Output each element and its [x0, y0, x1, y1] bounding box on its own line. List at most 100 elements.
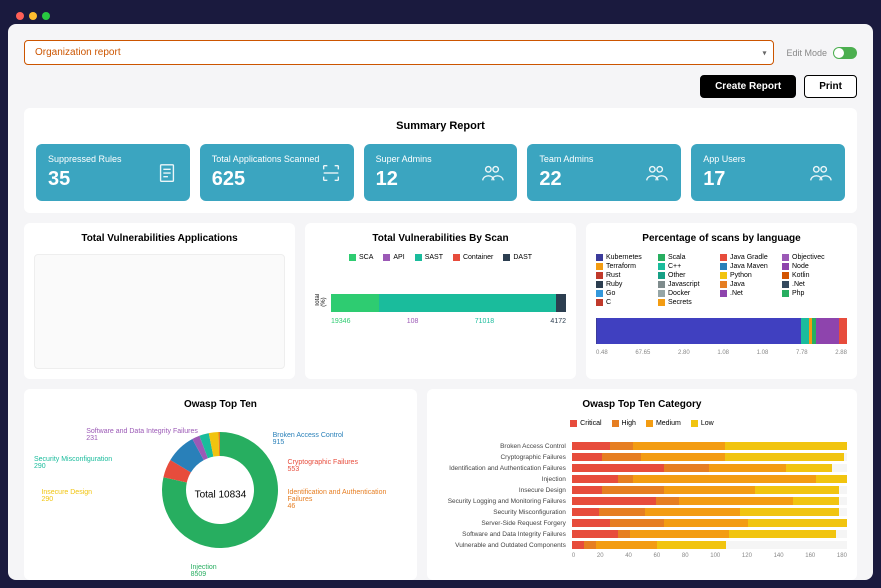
bar-row: Cryptographic Failures: [437, 453, 847, 461]
legend-swatch: [646, 420, 653, 427]
legend-item: Node: [782, 263, 834, 270]
create-report-button[interactable]: Create Report: [700, 75, 796, 98]
donut-label: Insecure Design290: [41, 489, 92, 503]
bar-segment: [572, 541, 584, 549]
bar-track: [572, 519, 847, 527]
chart-row-1: Total Vulnerabilities Applications Total…: [24, 223, 857, 379]
legend-item: Javascript: [658, 281, 710, 288]
bar-segment: [572, 519, 610, 527]
edit-mode-toggle[interactable]: [833, 47, 857, 59]
legend-swatch: [596, 299, 603, 306]
report-select-wrap: ▾: [24, 40, 774, 65]
bar-category: Injection: [437, 476, 572, 483]
metric-label: Suppressed Rules: [48, 154, 122, 164]
metric-label: Super Admins: [376, 154, 432, 164]
bar-segment: [572, 508, 600, 516]
bar-segment: [801, 318, 809, 344]
legend-swatch: [720, 281, 727, 288]
metric-card: Total Applications Scanned625: [200, 144, 354, 201]
bar-segment: [664, 486, 756, 494]
bar-track: [572, 475, 847, 483]
donut-label: Cryptographic Failures553: [288, 459, 358, 473]
print-button[interactable]: Print: [804, 75, 857, 98]
vuln-apps-title: Total Vulnerabilities Applications: [34, 233, 285, 244]
legend-item: Kubernetes: [596, 254, 648, 261]
legend-item: Container: [453, 254, 493, 261]
legend-swatch: [782, 254, 789, 261]
metric-value: 12: [376, 168, 432, 191]
summary-panel: Summary Report Suppressed Rules35Total A…: [24, 108, 857, 213]
legend-item: SCA: [349, 254, 373, 261]
stacked-bar: [331, 294, 566, 312]
bar-segment: [740, 508, 839, 516]
legend-swatch: [596, 272, 603, 279]
legend-swatch: [720, 272, 727, 279]
legend-item: Docker: [658, 290, 710, 297]
legend-item: Ruby: [596, 281, 648, 288]
bar-segment: [657, 541, 726, 549]
bar-category: Insecure Design: [437, 487, 572, 494]
bar-category: Cryptographic Failures: [437, 454, 572, 461]
bar-track: [572, 464, 847, 472]
bar-segment: [656, 497, 679, 505]
bar-segment: [725, 453, 844, 461]
owasp-bar-title: Owasp Top Ten Category: [437, 399, 847, 410]
bar-segment: [379, 294, 555, 312]
bar-labels: 0.4867.652.801.081.087.782.88: [596, 350, 847, 356]
legend-swatch: [570, 420, 577, 427]
metric-label: App Users: [703, 154, 745, 164]
top-bar: ▾ Edit Mode: [24, 40, 857, 65]
legend-swatch: [691, 420, 698, 427]
legend-item: .Net: [782, 281, 834, 288]
legend-swatch: [720, 290, 727, 297]
bar-segment: [816, 318, 839, 344]
donut-label: Injection8509: [191, 564, 217, 578]
bar-track: [572, 541, 847, 549]
bar-segment: [786, 464, 832, 472]
owasp-bar-panel: Owasp Top Ten Category CriticalHighMediu…: [427, 389, 857, 580]
legend-item: Java: [720, 281, 772, 288]
legend-swatch: [658, 263, 665, 270]
minimize-window-icon[interactable]: [29, 12, 37, 20]
report-select[interactable]: [24, 40, 774, 65]
bar-category: Server-Side Request Forgery: [437, 520, 572, 527]
legend-swatch: [596, 281, 603, 288]
legend-swatch: [782, 272, 789, 279]
legend-item: Scala: [658, 254, 710, 261]
legend-item: C++: [658, 263, 710, 270]
bar-segment: [793, 497, 839, 505]
bar-category: Software and Data Integrity Failures: [437, 531, 572, 538]
bar-segment: [641, 453, 725, 461]
legend-item: Terraform: [596, 263, 648, 270]
bar-segment: [572, 442, 610, 450]
bar-labels: 19346108710184172: [331, 318, 566, 325]
legend-item: Go: [596, 290, 648, 297]
donut-center-text: Total 10834: [195, 490, 247, 501]
metric-value: 625: [212, 168, 320, 191]
bar-segment: [664, 464, 710, 472]
maximize-window-icon[interactable]: [42, 12, 50, 20]
bar-row: Server-Side Request Forgery: [437, 519, 847, 527]
main-container: ▾ Edit Mode Create Report Print Summary …: [8, 24, 873, 580]
metric-cards: Suppressed Rules 35 Total Applications Sca…: [36, 144, 845, 201]
metric-value: 17: [703, 168, 745, 191]
users-icon: [807, 162, 833, 184]
legend: SCAAPISASTContainerDAST: [315, 254, 566, 261]
close-window-icon[interactable]: [16, 12, 24, 20]
owasp-bar-chart: CriticalHighMediumLowBroken Access Contr…: [437, 420, 847, 559]
legend-item: High: [612, 420, 636, 427]
bar-segment: [839, 318, 847, 344]
bar-track: [572, 497, 847, 505]
lang-title: Percentage of scans by language: [596, 233, 847, 244]
legend-item: Medium: [646, 420, 681, 427]
bar-segment: [618, 530, 630, 538]
bar-segment: [630, 530, 729, 538]
bar-segment: [584, 541, 596, 549]
bar-category: Broken Access Control: [437, 443, 572, 450]
legend-swatch: [596, 263, 603, 270]
owasp-donut-title: Owasp Top Ten: [34, 399, 407, 410]
bar-segment: [602, 486, 663, 494]
bar-segment: [748, 519, 847, 527]
bar-segment: [755, 486, 839, 494]
metric-value: 35: [48, 168, 122, 191]
